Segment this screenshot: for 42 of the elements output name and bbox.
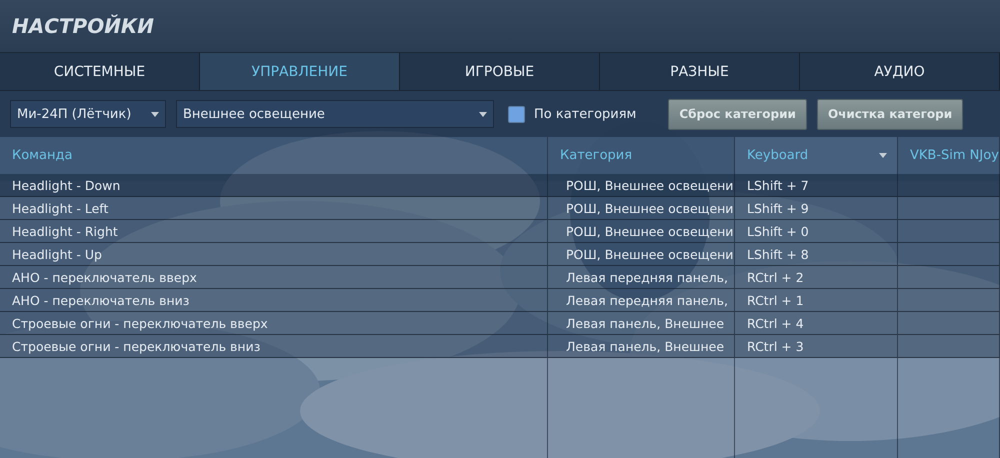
column-label: VKB-Sim NJoy [910,148,999,163]
column-label: Категория [560,148,632,163]
column-label: Keyboard [747,148,808,163]
table-cell: RCtrl + 1 [735,289,898,312]
table-cell: РОШ, Внешнее освещени [548,197,735,220]
table-cell: RCtrl + 3 [735,335,898,358]
table-cell: РОШ, Внешнее освещени [548,243,735,266]
checkbox-label: По категориям [534,106,636,122]
table-cell: Строевые огни - переключатель вверх [0,312,548,335]
window-title: НАСТРОЙКИ [12,14,154,38]
category-dropdown[interactable]: Внешнее освещение [176,100,494,128]
sort-caret-icon [879,153,887,158]
table-cell: LShift + 9 [735,197,898,220]
table-cell: RCtrl + 4 [735,312,898,335]
column-header[interactable]: VKB-Sim NJoy [898,137,1000,174]
table-cell: Левая панель, Внешнее [548,312,735,335]
table-cell: АНО - переключатель вверх [0,266,548,289]
column-header[interactable]: Категория [548,137,735,174]
table-cell: РОШ, Внешнее освещени [548,174,735,197]
caret-icon [151,112,159,116]
table-cell: Строевые огни - переключатель вниз [0,335,548,358]
table-cell: Headlight - Up [0,243,548,266]
table-cell: РОШ, Внешнее освещени [548,220,735,243]
table-cell: Левая панель, Внешнее [548,335,735,358]
column-label: Команда [12,148,72,163]
tab[interactable]: УПРАВЛЕНИЕ [200,53,400,90]
table-cell: АНО - переключатель вниз [0,289,548,312]
caret-icon [479,112,487,116]
column-header[interactable]: Команда [0,137,548,174]
table-cell: LShift + 8 [735,243,898,266]
table-cell: Левая передняя панель, [548,266,735,289]
table-cell: Headlight - Right [0,220,548,243]
checkbox[interactable] [508,106,525,122]
clear-button[interactable]: Очистка категори [816,98,964,130]
table-cell: Headlight - Left [0,197,548,220]
aircraft-dropdown[interactable]: Ми-24П (Лётчик) [10,100,166,128]
table-cell: Левая передняя панель, [548,289,735,312]
table-cell: LShift + 7 [735,174,898,197]
table-cell: RCtrl + 2 [735,266,898,289]
reset-button[interactable]: Сброс категории [668,98,807,130]
table-cell: Headlight - Down [0,174,548,197]
table-cell: LShift + 0 [735,220,898,243]
